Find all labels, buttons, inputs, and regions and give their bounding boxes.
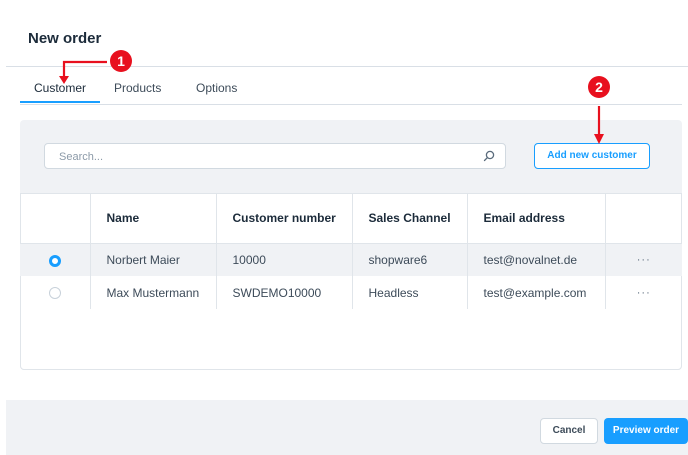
search-placeholder: Search... xyxy=(59,151,104,163)
tab-products[interactable]: Products xyxy=(100,80,175,103)
add-new-customer-button[interactable]: Add new customer xyxy=(534,143,650,169)
table-header-row: Name Customer number Sales Channel Email… xyxy=(20,193,682,244)
customer-table: Name Customer number Sales Channel Email… xyxy=(20,193,682,309)
row-select-cell xyxy=(20,243,91,276)
search-input[interactable]: Search... xyxy=(44,143,506,169)
customer-name: Max Mustermann xyxy=(90,276,217,309)
table-row[interactable]: Max Mustermann SWDEMO10000 Headless test… xyxy=(20,276,682,309)
annotation-marker-1: 1 xyxy=(110,50,132,72)
header-customer-number[interactable]: Customer number xyxy=(216,193,353,244)
header-name[interactable]: Name xyxy=(90,193,217,244)
row-radio-unselected[interactable] xyxy=(48,287,61,300)
customer-email: test@example.com xyxy=(467,276,606,309)
header-actions xyxy=(605,193,682,244)
modal-footer: Cancel Preview order xyxy=(6,400,688,455)
customer-name: Norbert Maier xyxy=(90,243,217,276)
header-selection xyxy=(20,193,91,244)
customer-number: SWDEMO10000 xyxy=(216,276,353,309)
modal-title: New order xyxy=(28,30,102,47)
tab-options[interactable]: Options xyxy=(182,80,251,103)
annotation-marker-2: 2 xyxy=(588,76,610,98)
customer-sales-channel: shopware6 xyxy=(352,243,468,276)
header-sales-channel[interactable]: Sales Channel xyxy=(352,193,468,244)
row-select-cell xyxy=(20,276,91,309)
row-actions-button[interactable]: ··· xyxy=(605,276,682,309)
row-actions-button[interactable]: ··· xyxy=(605,243,682,276)
row-radio-selected[interactable] xyxy=(48,254,61,267)
customer-email: test@novalnet.de xyxy=(467,243,606,276)
table-row[interactable]: Norbert Maier 10000 shopware6 test@noval… xyxy=(20,243,682,276)
tab-bar: Customer Products Options xyxy=(20,80,682,105)
cancel-button[interactable]: Cancel xyxy=(540,418,598,444)
preview-order-button[interactable]: Preview order xyxy=(604,418,688,444)
annotation-arrow-1 xyxy=(59,60,107,84)
header-email-address[interactable]: Email address xyxy=(467,193,606,244)
customer-number: 10000 xyxy=(216,243,353,276)
search-icon[interactable] xyxy=(483,150,495,162)
annotation-arrow-2 xyxy=(594,106,604,144)
customer-sales-channel: Headless xyxy=(352,276,468,309)
